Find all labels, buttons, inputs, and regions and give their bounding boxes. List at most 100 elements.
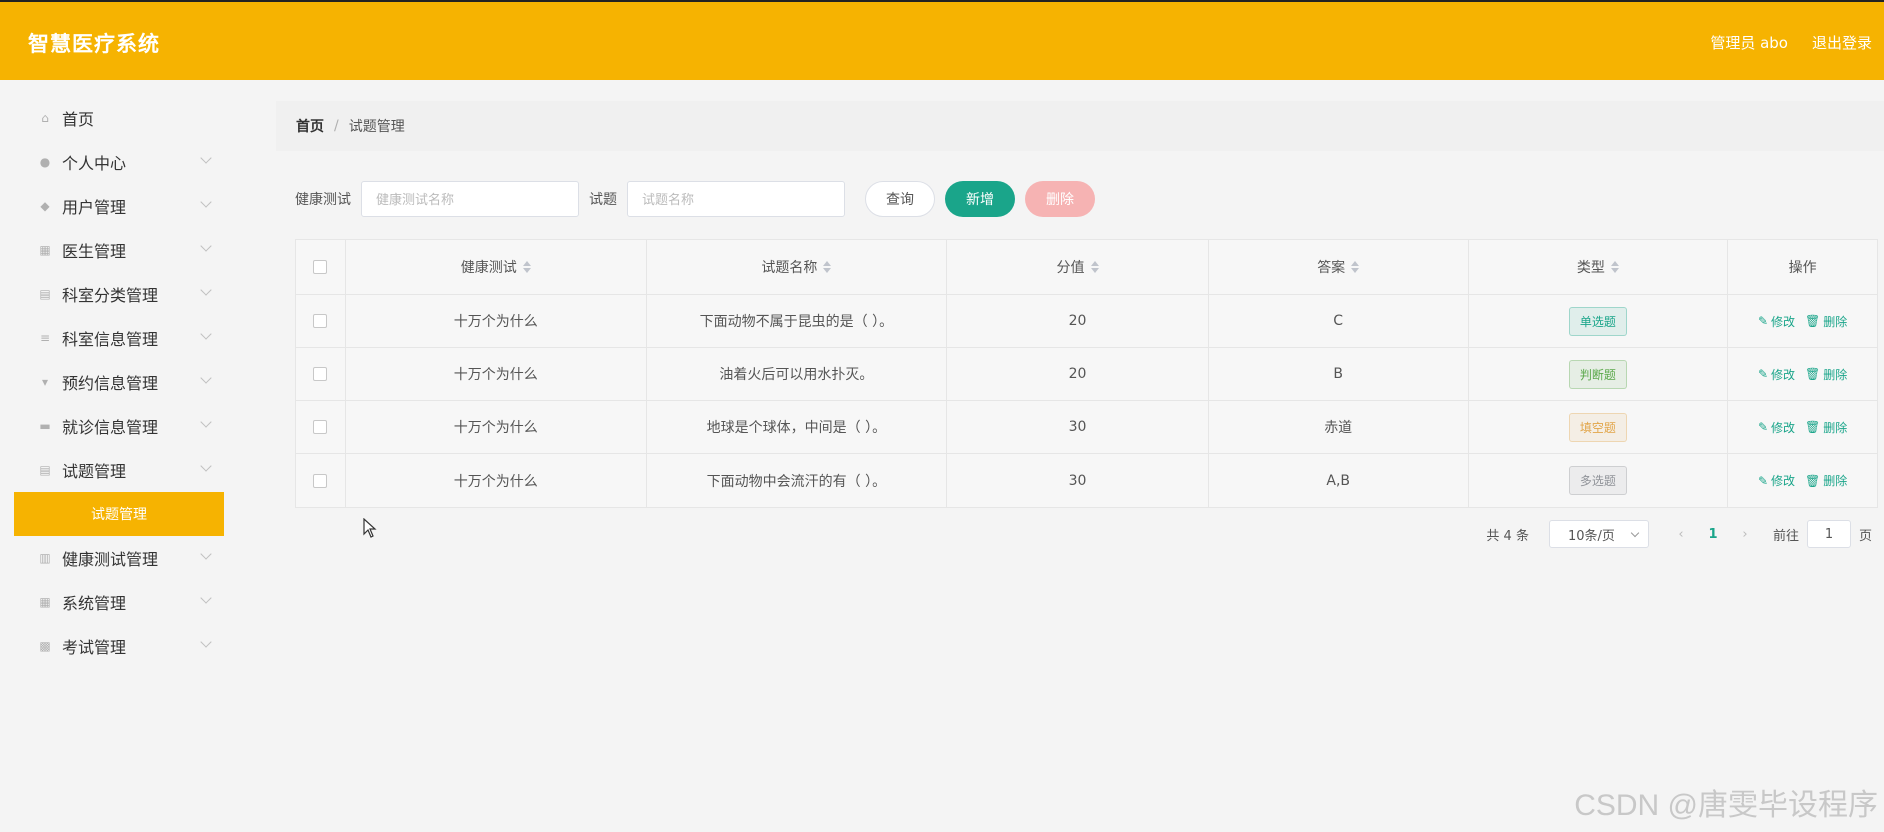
prev-page-icon[interactable]: ‹ — [1669, 527, 1693, 542]
page-size-select[interactable]: 10条/页 — [1548, 520, 1649, 548]
sidebar-subitem-active[interactable]: 试题管理 — [14, 492, 224, 536]
sidebar-item-label: 就诊信息管理 — [62, 418, 159, 437]
col-type[interactable]: 类型 — [1469, 240, 1729, 294]
sidebar-item[interactable]: ⌂ 首页 — [14, 96, 224, 140]
cell-question-name: 油着火后可以用水扑灭。 — [647, 348, 948, 400]
add-button[interactable]: 新增 — [945, 181, 1015, 217]
cell-actions: ✎ 修改 🗑 删除 — [1728, 454, 1877, 507]
sidebar-item[interactable]: ▤ 试题管理 — [14, 448, 224, 492]
total-count: 共 4 条 — [1486, 528, 1529, 544]
sidebar-item[interactable]: ▥ 健康测试管理 — [14, 536, 224, 580]
sidebar-item[interactable]: ▬ 就诊信息管理 — [14, 404, 224, 448]
trash-icon: 🗑 — [1805, 420, 1821, 434]
sidebar-item-label: 系统管理 — [62, 594, 127, 613]
row-select-cell — [296, 454, 346, 507]
clipboard-icon: ▤ — [39, 463, 51, 477]
col-health-test[interactable]: 健康测试 — [346, 240, 647, 294]
next-page-icon[interactable]: › — [1733, 527, 1757, 542]
query-button[interactable]: 查询 — [865, 181, 935, 217]
current-user[interactable]: 管理员 abo — [1710, 32, 1788, 53]
edit-button[interactable]: ✎ 修改 — [1758, 366, 1795, 383]
delete-row-button[interactable]: 🗑 删除 — [1805, 366, 1847, 383]
delete-row-button[interactable]: 🗑 删除 — [1805, 419, 1847, 436]
delete-button[interactable]: 删除 — [1025, 181, 1095, 217]
user-icon: ● — [39, 155, 51, 169]
question-name-input[interactable] — [627, 181, 845, 217]
chevron-down-icon — [1630, 528, 1640, 538]
chevron-down-icon — [200, 284, 212, 296]
sort-icon[interactable] — [522, 261, 531, 273]
sidebar-item[interactable]: ◆ 用户管理 — [14, 184, 224, 228]
home-icon: ⌂ — [41, 111, 49, 125]
col-score[interactable]: 分值 — [947, 240, 1209, 294]
grid-icon: ▦ — [39, 243, 51, 257]
health-test-value: 十万个为什么 — [453, 420, 538, 436]
sidebar-item-label: 科室信息管理 — [62, 330, 159, 349]
edit-icon: ✎ — [1757, 473, 1768, 488]
sidebar-item[interactable]: ≡ 科室信息管理 — [14, 316, 224, 360]
row-select-cell — [296, 401, 346, 453]
col-answer[interactable]: 答案 — [1209, 240, 1469, 294]
row-actions: ✎ 修改 🗑 删除 — [1758, 366, 1847, 383]
sort-icon[interactable] — [823, 261, 832, 273]
row-select-cell — [296, 295, 346, 347]
cell-score: 30 — [947, 454, 1209, 507]
col-label: 答案 — [1317, 260, 1346, 276]
page-size-value: 10条/页 — [1567, 528, 1615, 544]
col-label: 健康测试 — [460, 260, 517, 276]
logout-link[interactable]: 退出登录 — [1812, 32, 1872, 53]
cell-question-name: 下面动物不属于昆虫的是（ ）。 — [647, 295, 948, 347]
sort-icon[interactable] — [1610, 261, 1619, 273]
select-all-checkbox[interactable] — [313, 260, 328, 274]
table-row: 十万个为什么 下面动物不属于昆虫的是（ ）。 20 C 单选题 ✎ 修改 🗑 删除 — [296, 295, 1877, 348]
row-checkbox[interactable] — [313, 473, 328, 488]
sidebar-item[interactable]: ● 个人中心 — [14, 140, 224, 184]
sort-icon[interactable] — [1090, 261, 1099, 273]
col-question-name[interactable]: 试题名称 — [647, 240, 948, 294]
delete-row-button[interactable]: 🗑 删除 — [1805, 313, 1847, 330]
cell-health-test: 十万个为什么 — [346, 295, 647, 347]
sidebar-item[interactable]: ▩ 考试管理 — [14, 624, 224, 668]
cell-actions: ✎ 修改 🗑 删除 — [1728, 348, 1877, 400]
health-test-name-input[interactable] — [361, 181, 579, 217]
answer-value: A,B — [1326, 472, 1351, 489]
table-row: 十万个为什么 油着火后可以用水扑灭。 20 B 判断题 ✎ 修改 🗑 删除 — [296, 348, 1877, 401]
table-header-row: 健康测试 试题名称 分值 答案 类型 操作 — [296, 240, 1877, 295]
question-name-value: 下面动物不属于昆虫的是（ ）。 — [699, 314, 894, 330]
row-checkbox[interactable] — [313, 367, 328, 381]
edit-button[interactable]: ✎ 修改 — [1758, 472, 1795, 489]
page-number-current[interactable]: 1 — [1693, 527, 1733, 542]
sidebar-item[interactable]: ▤ 科室分类管理 — [14, 272, 224, 316]
cell-health-test: 十万个为什么 — [346, 348, 647, 400]
cell-score: 30 — [947, 401, 1209, 453]
goto-page-input[interactable]: 1 — [1806, 520, 1851, 548]
sidebar-item[interactable]: ▦ 医生管理 — [14, 228, 224, 272]
row-checkbox[interactable] — [313, 420, 328, 434]
sidebar: ⌂ 首页 ● 个人中心 ◆ 用户管理 ▦ 医生管理 ▤ 科室分类管理 ≡ 科室信息管理 ▾ 预约信息管理 ▬… — [14, 96, 224, 668]
sidebar-item[interactable]: ▦ 系统管理 — [14, 580, 224, 624]
cell-actions: ✎ 修改 🗑 删除 — [1728, 295, 1877, 347]
top-header: 智慧医疗系统 管理员 abo 退出登录 — [0, 0, 1884, 80]
cell-score: 20 — [947, 295, 1209, 347]
users-icon: ◆ — [40, 199, 50, 213]
sidebar-item[interactable]: ▾ 预约信息管理 — [14, 360, 224, 404]
app-title: 智慧医疗系统 — [28, 32, 160, 56]
edit-button[interactable]: ✎ 修改 — [1758, 313, 1795, 330]
sort-icon[interactable] — [1351, 261, 1360, 273]
briefcase-icon: ▬ — [39, 419, 51, 433]
question-name-value: 地球是个球体，中间是（ ）。 — [706, 420, 887, 436]
breadcrumb-home[interactable]: 首页 — [296, 116, 324, 136]
delete-row-button[interactable]: 🗑 删除 — [1805, 472, 1847, 489]
edit-label: 修改 — [1771, 420, 1796, 435]
list-icon: ≡ — [39, 331, 51, 345]
cell-type: 多选题 — [1469, 454, 1729, 507]
type-badge: 多选题 — [1568, 466, 1627, 495]
answer-value: 赤道 — [1324, 420, 1353, 436]
clipboard-icon: ▤ — [39, 287, 51, 301]
edit-button[interactable]: ✎ 修改 — [1758, 419, 1795, 436]
row-checkbox[interactable] — [313, 314, 328, 328]
sidebar-item-label: 科室分类管理 — [62, 286, 159, 305]
breadcrumb-separator: / — [334, 118, 339, 134]
table-row: 十万个为什么 地球是个球体，中间是（ ）。 30 赤道 填空题 ✎ 修改 🗑 删除 — [296, 401, 1877, 454]
cell-answer: B — [1209, 348, 1469, 400]
